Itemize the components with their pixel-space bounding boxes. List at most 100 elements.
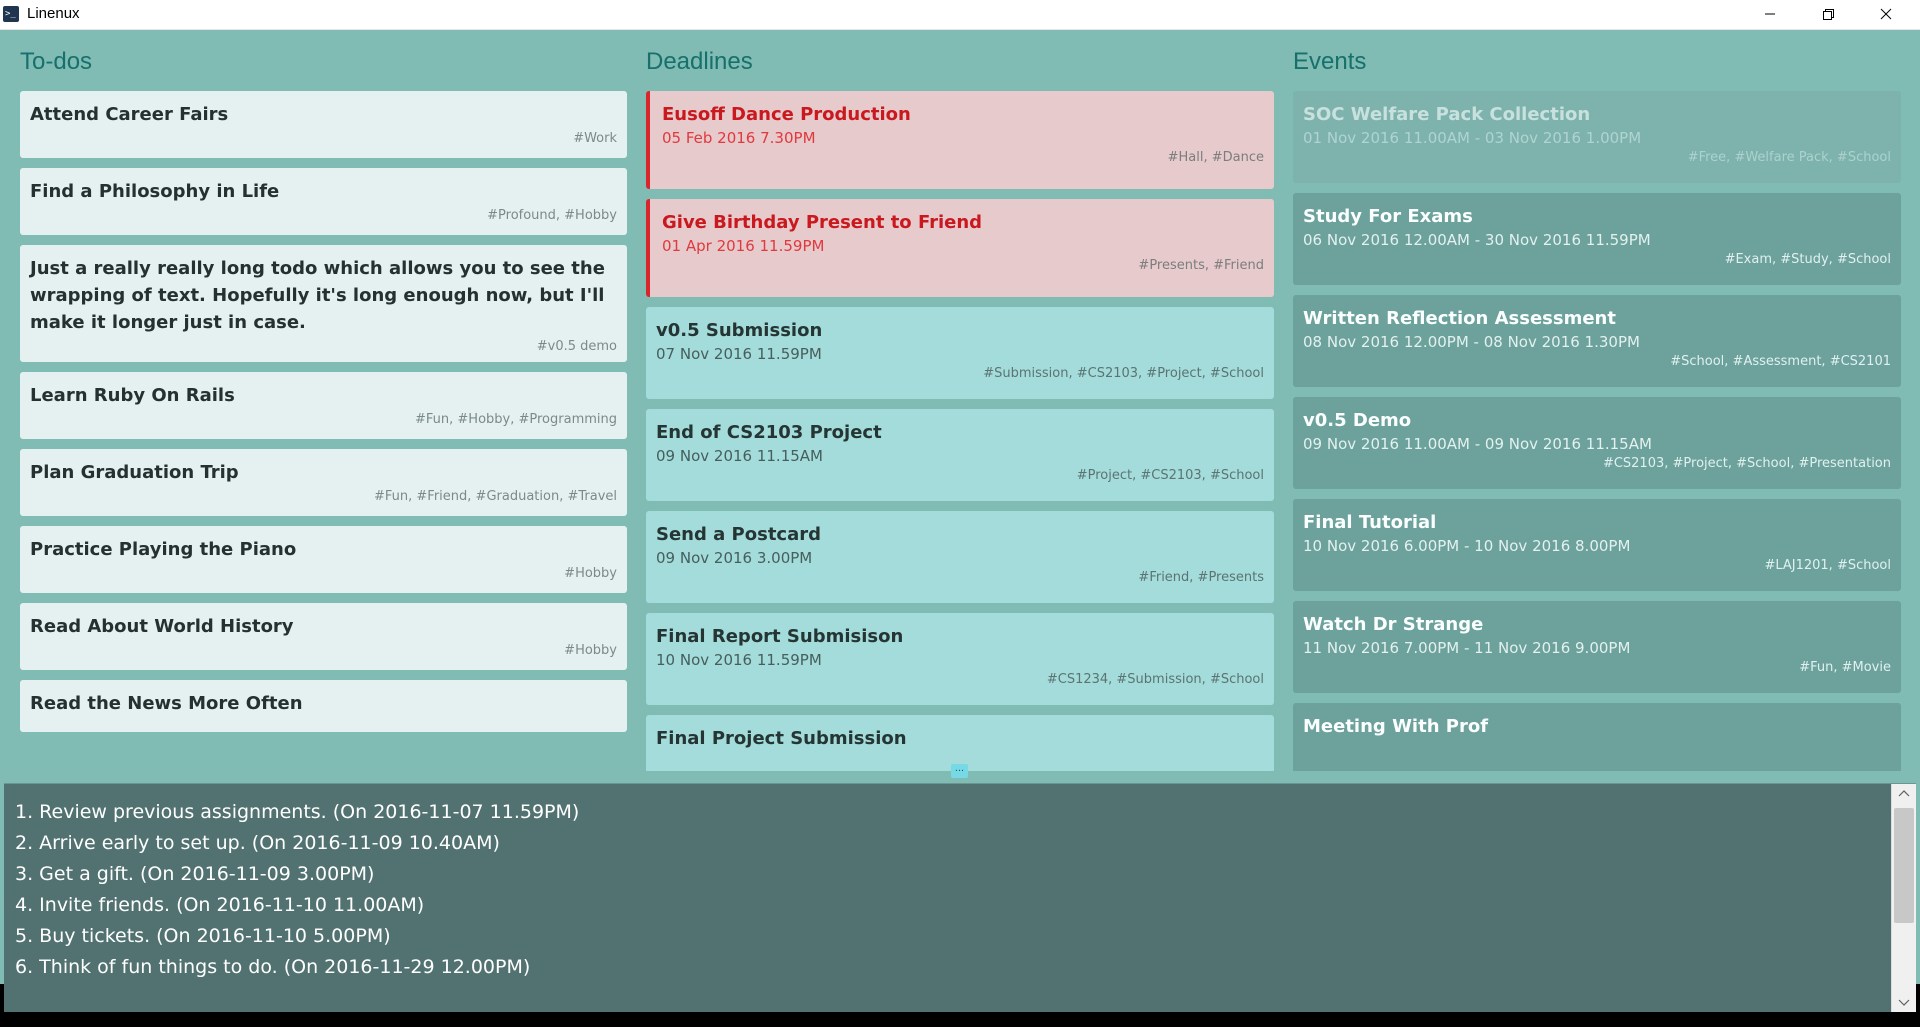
todo-tags: #Profound, #Hobby [487,208,617,223]
deadline-card[interactable]: Final Report Submisison 10 Nov 2016 11.59… [646,613,1274,705]
todo-card[interactable]: Attend Career Fairs #Work [20,91,627,158]
deadline-card[interactable]: Give Birthday Present to Friend 01 Apr 20… [646,199,1274,297]
output-scrollbar[interactable] [1891,784,1916,1012]
event-date: 09 Nov 2016 11.00AM - 09 Nov 2016 11.15A… [1303,435,1652,453]
todo-card[interactable]: Read the News More Often [20,680,627,732]
deadline-name: Final Report Submisison [656,626,904,647]
output-line: 6. Think of fun things to do. (On 2016-1… [15,956,531,978]
todo-card[interactable]: Plan Graduation Trip #Fun, #Friend, #Grad… [20,449,627,516]
deadlines-title: Deadlines [646,48,753,75]
todo-card[interactable]: Learn Ruby On Rails #Fun, #Hobby, #Progra… [20,372,627,439]
window-title: Linenux [27,5,80,22]
todo-name: Learn Ruby On Rails [30,385,235,406]
event-tags: #School, #Assessment, #CS2101 [1670,354,1891,369]
deadline-tags: #Presents, #Friend [1138,258,1264,273]
main-panel: To-dos Deadlines Events Attend Career Fa… [0,30,1920,1012]
minimize-icon [1765,13,1775,15]
event-tags: #Fun, #Movie [1799,660,1891,675]
deadline-name: Send a Postcard [656,524,822,545]
todo-card[interactable]: Read About World History #Hobby [20,603,627,670]
event-tags: #LAJ1201, #School [1764,558,1891,573]
output-lines: 1. Review previous assignments. (On 2016… [15,797,579,983]
deadline-list[interactable]: Eusoff Dance Production 05 Feb 2016 7.30P… [646,91,1274,771]
deadline-tags: #Project, #CS2103, #School [1076,468,1264,483]
output-line: 3. Get a gift. (On 2016-11-09 3.00PM) [15,863,375,885]
event-name: SOC Welfare Pack Collection [1303,104,1591,125]
event-name: Watch Dr Strange [1303,614,1484,635]
event-name: Study For Exams [1303,206,1473,227]
deadline-name: End of CS2103 Project [656,422,882,443]
todo-name: Practice Playing the Piano [30,539,297,560]
event-tags: #Free, #Welfare Pack, #School [1687,150,1891,165]
event-card[interactable]: Watch Dr Strange 11 Nov 2016 7.00PM - 11 … [1293,601,1901,693]
output-line: 1. Review previous assignments. (On 2016… [15,801,580,823]
todo-name: Attend Career Fairs [30,104,229,125]
event-card[interactable]: Written Reflection Assessment 08 Nov 2016… [1293,295,1901,387]
todo-list[interactable]: Attend Career Fairs #Work Find a Philosoph… [20,91,627,771]
event-date: 06 Nov 2016 12.00AM - 30 Nov 2016 11.59P… [1303,231,1651,249]
todo-card[interactable]: Practice Playing the Piano #Hobby [20,526,627,593]
todo-name: Find a Philosophy in Life [30,181,280,202]
event-date: 11 Nov 2016 7.00PM - 11 Nov 2016 9.00PM [1303,639,1631,657]
deadline-tags: #CS1234, #Submission, #School [1046,672,1264,687]
deadline-tags: #Submission, #CS2103, #Project, #School [983,366,1264,381]
split-divider-handle[interactable]: ... [951,763,968,778]
todo-tags: #Fun, #Friend, #Graduation, #Travel [374,489,617,504]
todo-tags: #Fun, #Hobby, #Programming [415,412,617,427]
todo-name: Just a really really long todo which all… [30,258,605,333]
event-tags: #CS2103, #Project, #School, #Presentatio… [1602,456,1891,471]
event-card[interactable]: Meeting With Prof [1293,703,1901,771]
todo-tags: #Hobby [564,643,617,658]
scroll-down-button[interactable] [1892,992,1916,1012]
deadline-date: 01 Apr 2016 11.59PM [662,237,825,255]
deadline-date: 07 Nov 2016 11.59PM [656,345,822,363]
todo-name: Plan Graduation Trip [30,462,239,483]
maximize-button[interactable] [1799,0,1857,29]
event-card[interactable]: Final Tutorial 10 Nov 2016 6.00PM - 10 No… [1293,499,1901,591]
window-titlebar: >_ Linenux [0,0,1920,30]
deadline-name: Eusoff Dance Production [662,104,911,125]
event-name: v0.5 Demo [1303,410,1412,431]
event-name: Written Reflection Assessment [1303,308,1616,329]
event-tags: #Exam, #Study, #School [1724,252,1891,267]
events-title: Events [1293,48,1367,75]
todos-title: To-dos [20,48,93,75]
event-date: 08 Nov 2016 12.00PM - 08 Nov 2016 1.30PM [1303,333,1640,351]
deadline-card[interactable]: End of CS2103 Project 09 Nov 2016 11.15AM… [646,409,1274,501]
todo-tags: #Work [573,131,617,146]
output-line: 4. Invite friends. (On 2016-11-10 11.00A… [15,894,425,916]
close-button[interactable] [1857,0,1915,29]
deadline-tags: #Hall, #Dance [1167,150,1264,165]
output-line: 2. Arrive early to set up. (On 2016-11-0… [15,832,500,854]
deadline-date: 09 Nov 2016 3.00PM [656,549,813,567]
event-name: Meeting With Prof [1303,716,1489,737]
deadline-date: 10 Nov 2016 11.59PM [656,651,822,669]
todo-card[interactable]: Just a really really long todo which all… [20,245,627,362]
todo-tags: #Hobby [564,566,617,581]
deadline-date: 09 Nov 2016 11.15AM [656,447,823,465]
command-output-area[interactable]: 1. Review previous assignments. (On 2016… [4,783,1916,1012]
deadline-name: Final Project Submission [656,728,907,749]
deadline-card[interactable]: v0.5 Submission 07 Nov 2016 11.59PM #Submi… [646,307,1274,399]
event-date: 01 Nov 2016 11.00AM - 03 Nov 2016 1.00PM [1303,129,1642,147]
event-date: 10 Nov 2016 6.00PM - 10 Nov 2016 8.00PM [1303,537,1631,555]
event-list[interactable]: SOC Welfare Pack Collection 01 Nov 2016 1… [1293,91,1901,771]
close-icon [1880,8,1892,20]
event-card[interactable]: SOC Welfare Pack Collection 01 Nov 2016 1… [1293,91,1901,183]
deadline-date: 05 Feb 2016 7.30PM [662,129,816,147]
minimize-button[interactable] [1741,0,1799,29]
event-card[interactable]: Study For Exams 06 Nov 2016 12.00AM - 30 … [1293,193,1901,285]
terminal-icon: >_ [3,6,19,22]
chevron-up-icon [1898,790,1910,797]
deadline-tags: #Friend, #Presents [1138,570,1264,585]
chevron-down-icon [1898,999,1910,1006]
todo-name: Read the News More Often [30,693,303,714]
deadline-card[interactable]: Send a Postcard 09 Nov 2016 3.00PM #Friend… [646,511,1274,603]
scroll-thumb[interactable] [1894,808,1914,923]
event-card[interactable]: v0.5 Demo 09 Nov 2016 11.00AM - 09 Nov 20… [1293,397,1901,489]
scroll-up-button[interactable] [1892,784,1916,804]
event-name: Final Tutorial [1303,512,1437,533]
todo-card[interactable]: Find a Philosophy in Life #Profound, #Hob… [20,168,627,235]
deadline-name: Give Birthday Present to Friend [662,212,983,233]
deadline-card[interactable]: Eusoff Dance Production 05 Feb 2016 7.30P… [646,91,1274,189]
